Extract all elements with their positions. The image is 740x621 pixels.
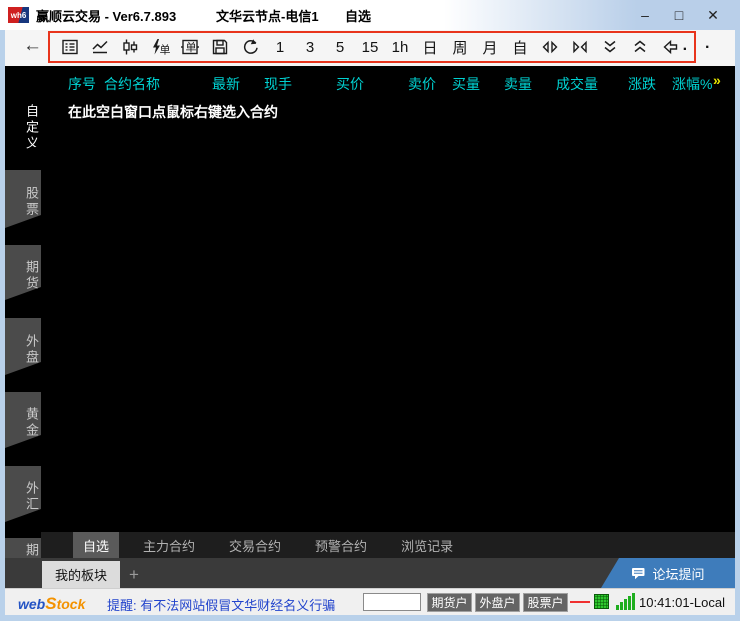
app-window: wh6 赢顺云交易 - Ver6.7.893 文华云节点-电信1 自选 – □ … [0,0,740,621]
toolbar-overflow-dot: · [705,39,710,57]
svg-text:单: 单 [186,41,197,54]
list-tab-trading-contracts[interactable]: 交易合约 [219,532,291,559]
quote-table: 序号 合约名称 最新 现手 买价 卖价 买量 卖量 成交量 涨跌 涨幅% » 在… [41,66,735,558]
current-page-label: 自选 [345,6,371,25]
webstock-logo: webStock [18,594,85,614]
my-board-tab[interactable]: 我的板块 [42,561,120,588]
column-header-bid[interactable]: 买价 [336,74,364,94]
more-columns-icon[interactable]: » [713,72,719,88]
empty-watchlist-hint: 在此空白窗口点鼠标右键选入合约 [68,102,278,122]
column-header-last[interactable]: 最新 [212,74,240,94]
foreign-account-button[interactable]: 外盘户 [475,593,520,612]
column-header-ask-volume[interactable]: 卖量 [504,74,532,94]
scam-warning-text: 提醒: 有不法网站假冒文华财经名义行骗 [107,595,335,614]
refresh-icon[interactable] [235,33,265,61]
toolbar-overflow-dot: · [683,41,688,59]
time-chart-icon[interactable] [85,33,115,61]
sidebar-tab-gold[interactable]: 黄金 [5,392,41,448]
column-header-current-volume[interactable]: 现手 [264,74,292,94]
quick-code-input[interactable] [363,593,421,611]
status-bar: webStock 提醒: 有不法网站假冒文华财经名义行骗 期货户 外盘户 股票户… [5,588,735,615]
market-grid-status-icon [594,594,609,609]
period-week-button[interactable]: 周 [445,33,475,61]
page-back-outline-icon[interactable] [655,33,685,61]
period-day-button[interactable]: 日 [415,33,445,61]
list-tab-browse-history[interactable]: 浏览记录 [391,532,463,559]
period-custom-button[interactable]: 自 [505,33,535,61]
period-5min-button[interactable]: 5 [325,33,355,61]
window-title: 赢顺云交易 - Ver6.7.893 [36,6,176,25]
quote-table-icon[interactable] [55,33,85,61]
flash-order-icon[interactable]: 单 [145,33,175,61]
save-icon[interactable] [205,33,235,61]
forum-label: 论坛提问 [652,564,704,583]
futures-account-button[interactable]: 期货户 [427,593,472,612]
close-button[interactable]: ✕ [696,7,730,24]
sidebar-tab-foreign[interactable]: 外盘 [5,318,41,375]
list-tab-alert-contracts[interactable]: 预警合约 [305,532,377,559]
order-panel-icon[interactable]: 单 [175,33,205,61]
app-logo-icon: wh6 [8,7,29,23]
main-toolbar: ← [5,30,735,66]
column-header-change[interactable]: 涨跌 [628,74,656,94]
speech-bubble-icon [631,567,646,580]
title-bar: wh6 赢顺云交易 - Ver6.7.893 文华云节点-电信1 自选 – □ … [0,0,740,30]
list-tab-main-contracts[interactable]: 主力合约 [133,532,205,559]
window-controls: – □ ✕ [628,0,730,30]
column-header-index[interactable]: 序号 [68,74,96,94]
add-board-button[interactable]: + [121,561,147,588]
sidebar-tab-options[interactable]: 期 [5,538,41,558]
forum-ask-button[interactable]: 论坛提问 [601,558,735,588]
cloud-node-label: 文华云节点-电信1 [216,6,319,25]
period-3min-button[interactable]: 3 [295,33,325,61]
double-chevron-down-icon[interactable] [595,33,625,61]
signal-strength-icon [616,593,635,610]
column-header-contract-name[interactable]: 合约名称 [104,74,160,94]
period-1hour-button[interactable]: 1h [385,33,415,61]
column-header-change-percent[interactable]: 涨幅% [672,74,712,94]
quote-board: 自定义 股票 期货 外盘 黄金 外汇 期 序号 合约名称 最新 现手 买价 卖价… [5,66,735,558]
column-header-ask[interactable]: 卖价 [408,74,436,94]
period-month-button[interactable]: 月 [475,33,505,61]
period-15min-button[interactable]: 15 [355,33,385,61]
local-time: 10:41:01-Local [639,595,725,610]
sidebar-tab-futures[interactable]: 期货 [5,245,41,300]
column-header-volume[interactable]: 成交量 [556,74,598,94]
double-chevron-up-icon[interactable] [625,33,655,61]
stock-account-button[interactable]: 股票户 [523,593,568,612]
column-header-bid-volume[interactable]: 买量 [452,74,480,94]
period-1min-button[interactable]: 1 [265,33,295,61]
connection-dash-icon [570,601,590,603]
expand-horizontal-icon[interactable] [535,33,565,61]
market-sidebar: 自定义 股票 期货 外盘 黄金 外汇 期 [5,66,41,558]
sidebar-tab-forex[interactable]: 外汇 [5,466,41,522]
candlestick-chart-icon[interactable] [115,33,145,61]
toolbar-highlight-annotation: 单 单 [48,31,696,63]
sidebar-tab-custom[interactable]: 自定义 [5,92,41,158]
back-arrow-button[interactable]: ← [23,35,42,57]
sidebar-tab-stocks[interactable]: 股票 [5,170,41,228]
minimize-button[interactable]: – [628,7,662,23]
compress-horizontal-icon[interactable] [565,33,595,61]
watchlist-tab-bar: 自选 主力合约 交易合约 预警合约 浏览记录 [41,532,735,558]
svg-text:单: 单 [160,44,171,57]
board-bar: 我的板块 + 论坛提问 [5,558,735,588]
list-tab-watchlist[interactable]: 自选 [73,532,119,559]
maximize-button[interactable]: □ [662,7,696,23]
